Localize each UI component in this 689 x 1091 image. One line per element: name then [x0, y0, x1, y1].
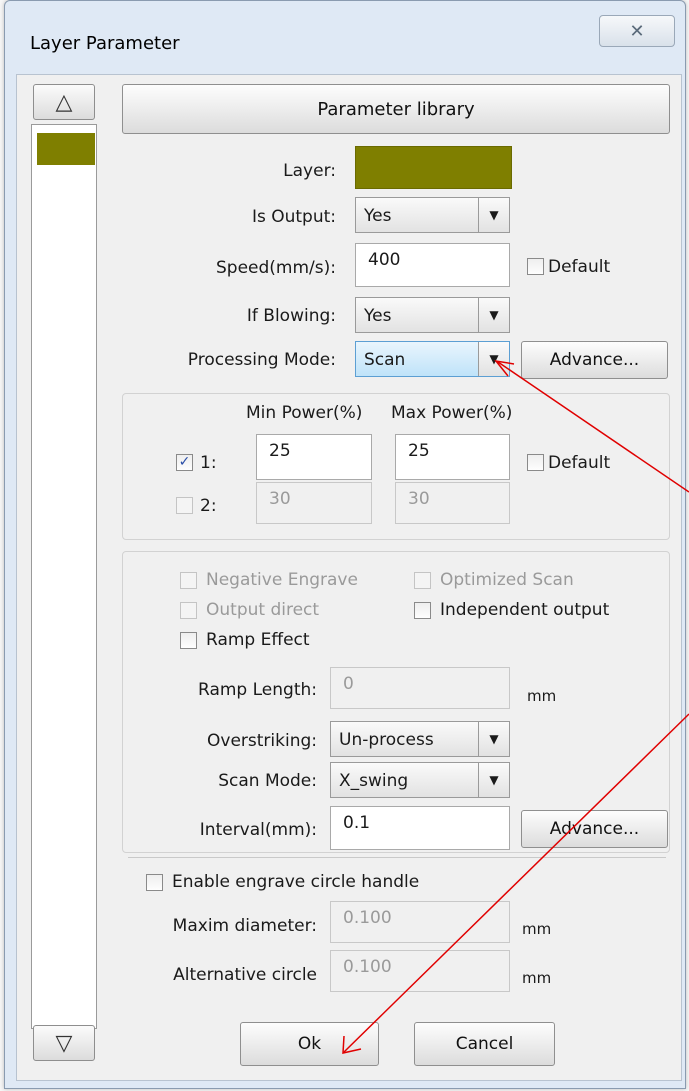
annotation-arrow-processing-mode: [497, 361, 689, 493]
annotation-arrow-ok-button: [343, 713, 689, 1053]
annotation-arrowhead-processing-mode: [494, 359, 515, 377]
annotation-overlay: [342, 359, 689, 1054]
